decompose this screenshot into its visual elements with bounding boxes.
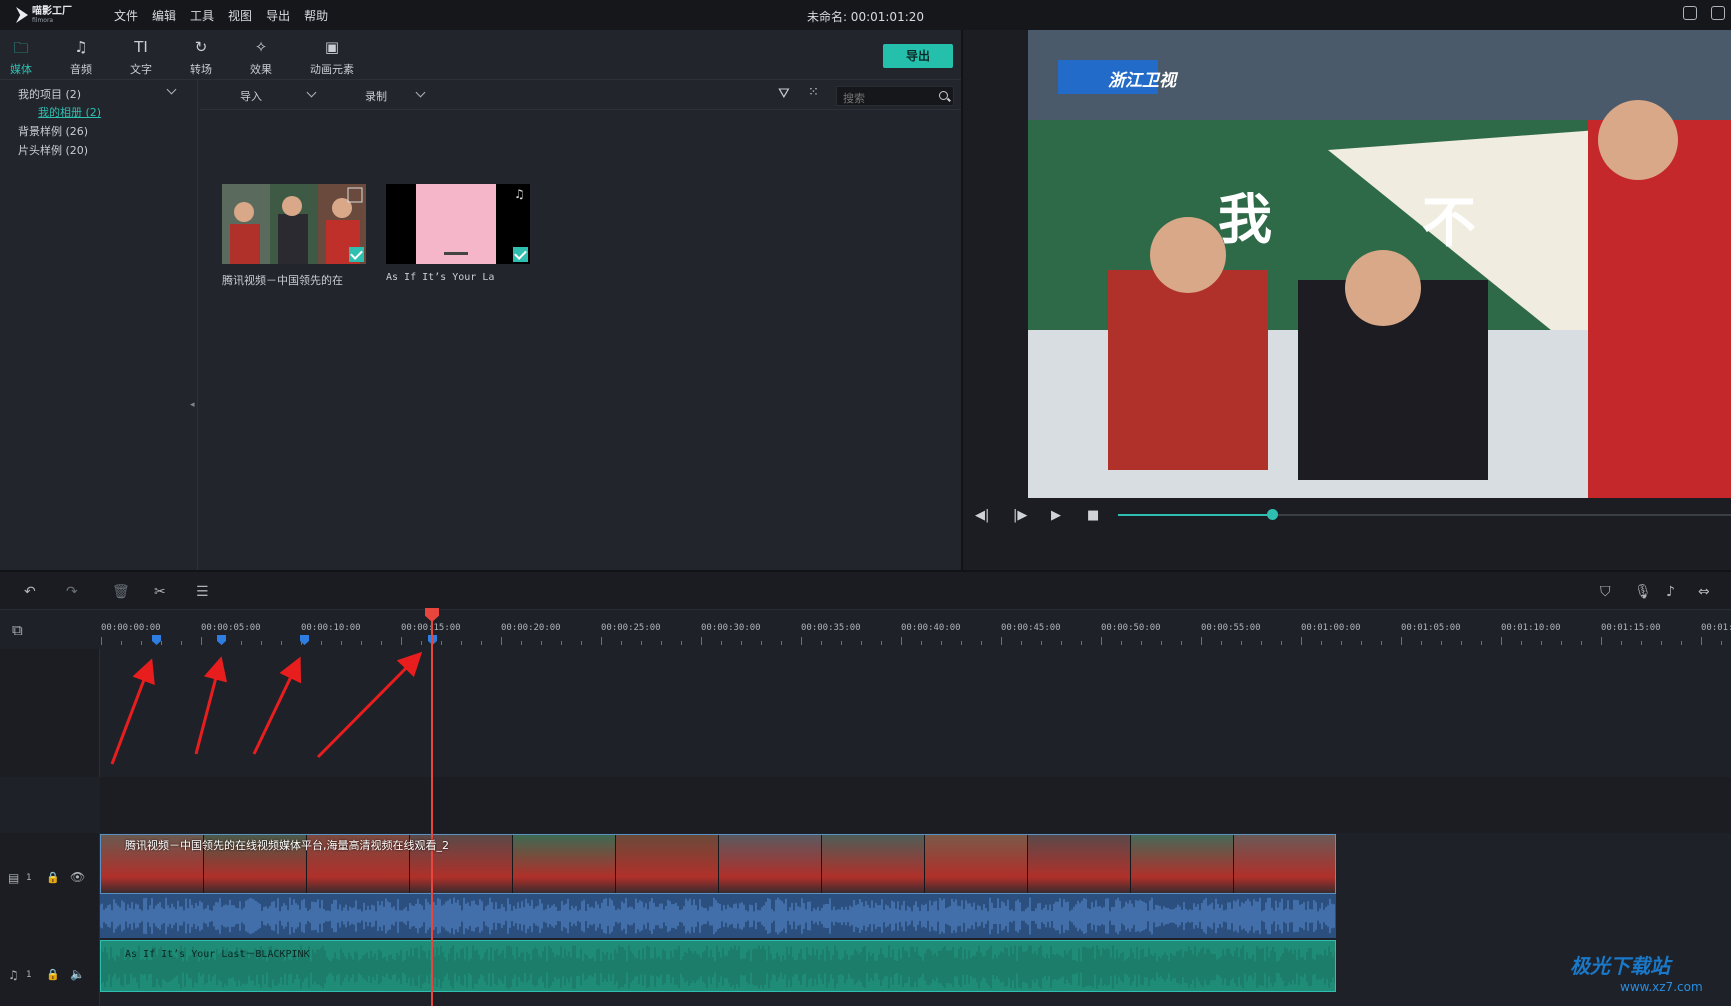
annotation-arrows — [110, 651, 423, 765]
app-window: 喵影工厂 filmora 文件 编辑 工具 视图 导出 帮助 未命名: 00:0… — [0, 0, 1731, 1006]
music-clip-title: As If It’s Your Last－BLACKPINK — [125, 949, 310, 960]
watermark-url: www.xz7.com — [1620, 980, 1703, 994]
watermark-logo: 极光下载站 — [1570, 954, 1670, 978]
video-clip-title: 腾讯视频－中国领先的在线视频媒体平台,海量高清视频在线观看_2 — [125, 839, 449, 852]
